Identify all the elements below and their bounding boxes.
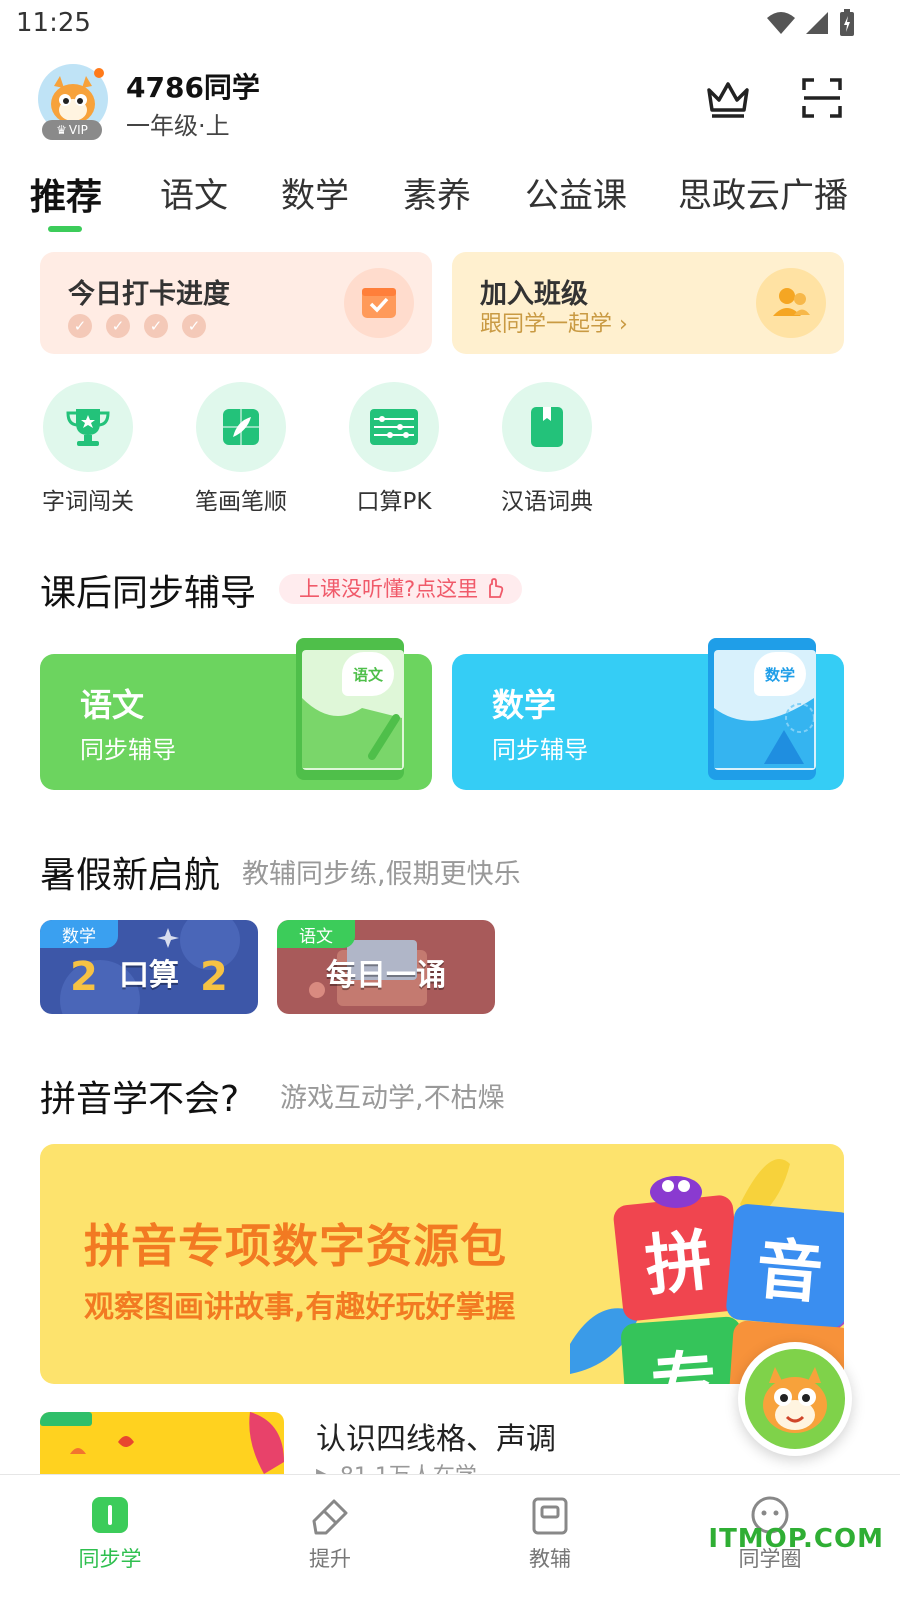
avatar[interactable]: ♛ VIP	[38, 64, 108, 140]
check-icon: ✓	[182, 314, 206, 338]
eraser-icon	[312, 1499, 348, 1535]
quick-link-stroke-order[interactable]: 笔画笔顺	[181, 382, 301, 516]
tab-chinese[interactable]: 语文	[160, 168, 228, 217]
nav-label: 提升	[309, 1547, 351, 1571]
summer-section-subtitle: 教辅同步练,假期更快乐	[242, 859, 521, 890]
banner-title: 拼音专项数字资源包	[84, 1219, 507, 1273]
user-grade[interactable]: 一年级·上	[126, 106, 230, 141]
tile-title: 每日一诵	[326, 958, 446, 993]
check-icon: ✓	[106, 314, 130, 338]
pinyin-block-pin: 拼	[612, 1194, 744, 1322]
nav-label: 同步学	[78, 1547, 142, 1571]
lesson-learners: ▶ 81.1万人在学	[316, 1458, 477, 1474]
tile-title: 口算	[119, 958, 179, 993]
tile-tag-math: 数学	[40, 920, 118, 948]
pinyin-block-yin: 音	[725, 1202, 844, 1330]
status-icons	[766, 8, 856, 38]
vip-badge: ♛ VIP	[42, 120, 102, 140]
join-class-card[interactable]: 加入班级 跟同学一起学 ›	[452, 252, 844, 354]
math-card-title: 数学	[492, 686, 557, 724]
nav-teaching-aids[interactable]: 教辅	[490, 1493, 610, 1573]
nav-label: 教辅	[529, 1547, 571, 1571]
tab-literacy[interactable]: 素养	[403, 168, 471, 217]
tab-math[interactable]: 数学	[281, 168, 349, 217]
wifi-icon	[767, 12, 795, 34]
summer-section-title: 暑假新启航	[40, 855, 221, 896]
pinyin-resource-banner[interactable]: 拼音专项数字资源包 观察图画讲故事,有趣好玩好掌握 拼 音 专 项	[40, 1144, 844, 1384]
crown-icon[interactable]	[704, 74, 752, 122]
signal-icon	[806, 12, 828, 34]
category-tabs: 推荐 语文 数学 素养 公益课 思政云广播	[0, 160, 900, 236]
math-book-icon: 数学	[708, 638, 816, 780]
status-time: 11:25	[16, 8, 91, 38]
pointing-hand-icon	[489, 578, 504, 598]
book-icon	[502, 382, 592, 472]
join-class-subtitle: 跟同学一起学 ›	[480, 306, 628, 338]
chinese-card-subtitle: 同步辅导	[80, 736, 176, 764]
tab-civic-broadcast[interactable]: 思政云广播	[678, 168, 848, 217]
check-icon: ✓	[68, 314, 92, 338]
lesson-title[interactable]: 认识四线格、声调	[316, 1414, 556, 1458]
summer-tile-mental-math[interactable]: 2 2 数学 口算	[40, 920, 258, 1014]
pinyin-section-title: 拼音学不会?	[40, 1079, 240, 1120]
sync-learn-icon	[92, 1497, 128, 1533]
quick-link-label: 字词闯关	[42, 489, 134, 515]
quick-link-label: 笔画笔顺	[195, 489, 287, 515]
tile-tag-chinese: 语文	[277, 920, 355, 948]
classmates-icon	[756, 268, 826, 338]
tutoring-section-title: 课后同步辅导	[40, 573, 257, 614]
textbook-icon	[532, 1497, 568, 1535]
tab-recommend[interactable]: 推荐	[30, 168, 102, 220]
squirrel-mascot-icon	[745, 1349, 845, 1449]
math-book-badge: 数学	[754, 652, 806, 696]
user-name: 4786同学	[126, 71, 260, 104]
math-card-subtitle: 同步辅导	[492, 736, 588, 764]
lesson-thumbnail[interactable]	[40, 1412, 284, 1474]
active-tab-indicator	[48, 226, 82, 232]
chinese-book-icon: 语文	[296, 638, 404, 780]
nav-improve[interactable]: 提升	[270, 1493, 390, 1573]
nav-sync-learn[interactable]: 同步学	[50, 1493, 170, 1573]
quick-link-dictionary[interactable]: 汉语词典	[487, 382, 607, 516]
tutoring-hint-text: 上课没听懂?点这里	[299, 577, 479, 601]
scan-icon[interactable]	[798, 74, 846, 122]
battery-icon	[840, 9, 854, 36]
vip-label: VIP	[68, 123, 88, 137]
chinese-tutoring-card[interactable]: 语文 同步辅导 语文	[40, 638, 432, 790]
checkin-progress: ✓ ✓ ✓ ✓	[68, 314, 206, 338]
site-watermark: ITMOP.COM	[708, 1524, 884, 1554]
notification-dot	[94, 68, 104, 78]
math-tutoring-card[interactable]: 数学 同步辅导 数学	[452, 638, 844, 790]
chinese-card-title: 语文	[80, 686, 145, 724]
banner-subtitle: 观察图画讲故事,有趣好玩好掌握	[84, 1290, 516, 1325]
status-bar: 11:25	[0, 0, 900, 52]
tutoring-hint-pill[interactable]: 上课没听懂?点这里	[279, 574, 523, 604]
tab-public-course[interactable]: 公益课	[525, 168, 627, 217]
chevron-right-icon: ›	[619, 312, 628, 337]
quick-link-word-challenge[interactable]: 字词闯关	[28, 382, 148, 516]
trophy-icon	[43, 382, 133, 472]
quick-link-label: 口算PK	[356, 489, 432, 515]
pinyin-block-zhuan: 专	[620, 1315, 748, 1384]
summer-tile-daily-recitation[interactable]: 语文 每日一诵	[277, 920, 495, 1014]
checkin-title: 今日打卡进度	[68, 279, 230, 310]
header: ♛ VIP 4786同学 一年级·上	[0, 56, 900, 146]
bug-mascot-icon	[650, 1176, 702, 1208]
checkin-card[interactable]: 今日打卡进度 ✓ ✓ ✓ ✓	[40, 252, 432, 354]
play-icon: ▶	[316, 1464, 340, 1474]
mascot-float-button[interactable]	[738, 1342, 852, 1456]
lesson-thumbnail-art	[40, 1412, 284, 1474]
lesson-learners-count: 81.1万人在学	[340, 1464, 477, 1474]
check-icon: ✓	[144, 314, 168, 338]
calendar-icon	[344, 268, 414, 338]
chinese-book-badge: 语文	[342, 652, 394, 696]
abacus-icon	[349, 382, 439, 472]
crown-small-icon: ♛	[56, 123, 67, 137]
quick-link-mental-math-pk[interactable]: 口算PK	[334, 382, 454, 516]
stroke-icon	[196, 382, 286, 472]
pinyin-section-subtitle: 游戏互动学,不枯燥	[280, 1083, 505, 1114]
join-class-subtitle-text: 跟同学一起学	[480, 312, 613, 337]
quick-link-label: 汉语词典	[501, 489, 593, 515]
